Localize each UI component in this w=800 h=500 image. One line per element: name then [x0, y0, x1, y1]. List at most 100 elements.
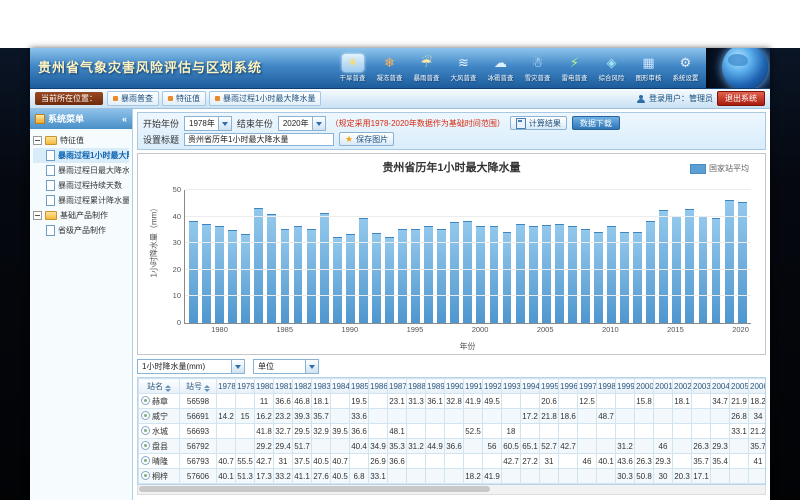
module-snow[interactable]: ☃雪灾普查: [519, 54, 556, 83]
unit-select[interactable]: 单位: [253, 359, 319, 374]
radio-icon[interactable]: [141, 426, 150, 435]
menu-item[interactable]: 暴雨过程日最大降水量: [33, 163, 129, 178]
value-cell: 46: [654, 439, 673, 454]
x-tick-label: [513, 325, 525, 334]
bar-cell: [409, 190, 422, 323]
bar: [476, 226, 485, 323]
column-header-name-label: 站名: [147, 382, 163, 391]
radio-icon[interactable]: [141, 396, 150, 405]
table-row: 赫章565981136.646.818.119.523.131.336.132.…: [139, 394, 767, 409]
module-risk[interactable]: ◈综合风险: [593, 54, 630, 83]
chart-title-input[interactable]: [184, 133, 334, 146]
end-year-select[interactable]: 2020年: [278, 116, 326, 131]
module-label: 综合风险: [594, 73, 628, 82]
value-cell: 30: [654, 469, 673, 484]
breadcrumb-item-0[interactable]: 暴雨普查: [107, 91, 159, 106]
bar: [555, 224, 564, 323]
value-cell: 42.7: [559, 439, 578, 454]
module-drought[interactable]: ☀干旱普查: [334, 54, 371, 83]
breadcrumb-item-icon: [215, 96, 220, 101]
module-wind[interactable]: ≋大风普查: [445, 54, 482, 83]
module-lightning[interactable]: ⚡雷电普查: [556, 54, 593, 83]
value-cell: [483, 409, 502, 424]
radio-icon[interactable]: [141, 471, 150, 480]
column-header-year: 2000: [635, 379, 654, 394]
value-cell: [654, 409, 673, 424]
logout-button[interactable]: 退出系统: [717, 91, 765, 106]
chart-legend[interactable]: 国家站平均: [690, 163, 749, 174]
menu-group[interactable]: 基础产品制作: [33, 208, 129, 223]
module-rainstorm[interactable]: ☔暴雨普查: [408, 54, 445, 83]
horizontal-scrollbar[interactable]: [137, 485, 766, 495]
station-name: 晴隆: [152, 457, 168, 466]
bar-cell: [540, 190, 553, 323]
value-cell: 23.2: [274, 409, 293, 424]
map-review-icon: ▦: [642, 54, 654, 72]
value-cell: [673, 454, 692, 469]
radio-icon[interactable]: [141, 456, 150, 465]
station-name-cell[interactable]: 盘县: [139, 439, 180, 454]
calculate-button[interactable]: 计算结果: [510, 116, 567, 130]
station-name-cell[interactable]: 赫章: [139, 394, 180, 409]
collapse-sidebar-icon[interactable]: «: [122, 109, 127, 129]
save-image-button[interactable]: ★ 保存图片: [339, 132, 394, 146]
module-review[interactable]: ▦图形审核: [630, 54, 667, 83]
scrollbar-thumb[interactable]: [139, 486, 490, 492]
value-cell: 26.3: [635, 454, 654, 469]
station-name-cell[interactable]: 晴隆: [139, 454, 180, 469]
user-icon: [637, 95, 645, 103]
module-freeze[interactable]: ❄凝冻普查: [371, 54, 408, 83]
bar: [215, 226, 224, 323]
bar: [568, 226, 577, 323]
x-tick-label: 2015: [667, 325, 684, 334]
gridline: [185, 216, 751, 217]
breadcrumb-bar: 当前所在位置： 暴雨普查特征值暴雨过程1小时最大降水量 登录用户：管理员 退出系…: [30, 89, 770, 109]
x-tick-label: 1995: [407, 325, 424, 334]
metric-select[interactable]: 1小时降水量(mm): [137, 359, 245, 374]
menu-item[interactable]: 省级产品制作: [33, 223, 129, 238]
x-tick-label: 1990: [341, 325, 358, 334]
column-header-name[interactable]: 站名: [139, 379, 180, 394]
column-header-year: 1978: [217, 379, 236, 394]
app-title: 贵州省气象灾害风险评估与区划系统: [30, 48, 262, 88]
module-settings[interactable]: ⚙系统设置: [667, 54, 704, 83]
menu-group[interactable]: 特征值: [33, 133, 129, 148]
value-cell: 12.5: [578, 394, 597, 409]
menu-item[interactable]: 暴雨过程累计降水量: [33, 193, 129, 208]
value-cell: [578, 469, 597, 484]
expand-icon[interactable]: [33, 211, 42, 220]
bar: [372, 233, 381, 323]
value-cell: 18.6: [559, 409, 578, 424]
value-cell: 36.6: [350, 424, 369, 439]
value-cell: [635, 409, 654, 424]
column-header-year: 1982: [293, 379, 312, 394]
expand-icon[interactable]: [33, 136, 42, 145]
module-hail[interactable]: ☁冰雹普查: [482, 54, 519, 83]
wind-icon: ≋: [458, 54, 469, 72]
menu-item[interactable]: 暴雨过程持续天数: [33, 178, 129, 193]
station-name-cell[interactable]: 桐梓: [139, 469, 180, 484]
station-name-cell[interactable]: 威宁: [139, 409, 180, 424]
value-cell: [407, 469, 426, 484]
breadcrumb-item-2[interactable]: 暴雨过程1小时最大降水量: [209, 91, 321, 106]
bar-cell: [435, 190, 448, 323]
value-cell: 34.9: [369, 439, 388, 454]
column-header-year: 1996: [559, 379, 578, 394]
menu-item-label: 省级产品制作: [58, 223, 106, 238]
y-tick-label: 10: [173, 291, 181, 300]
value-cell: 41: [749, 454, 767, 469]
start-year-select[interactable]: 1978年: [184, 116, 232, 131]
menu-item[interactable]: 暴雨过程1小时最大降水量: [33, 148, 129, 163]
column-header-year: 1990: [445, 379, 464, 394]
download-data-button[interactable]: 数据下载: [572, 116, 620, 130]
bar-cell: [239, 190, 252, 323]
bar-cell: [422, 190, 435, 323]
radio-icon[interactable]: [141, 411, 150, 420]
column-header-id[interactable]: 站号: [180, 379, 217, 394]
value-cell: 34: [749, 409, 767, 424]
radio-icon[interactable]: [141, 441, 150, 450]
breadcrumb-item-1[interactable]: 特征值: [162, 91, 206, 106]
module-label: 雪灾普查: [520, 73, 554, 82]
station-name-cell[interactable]: 水城: [139, 424, 180, 439]
value-cell: [331, 439, 350, 454]
